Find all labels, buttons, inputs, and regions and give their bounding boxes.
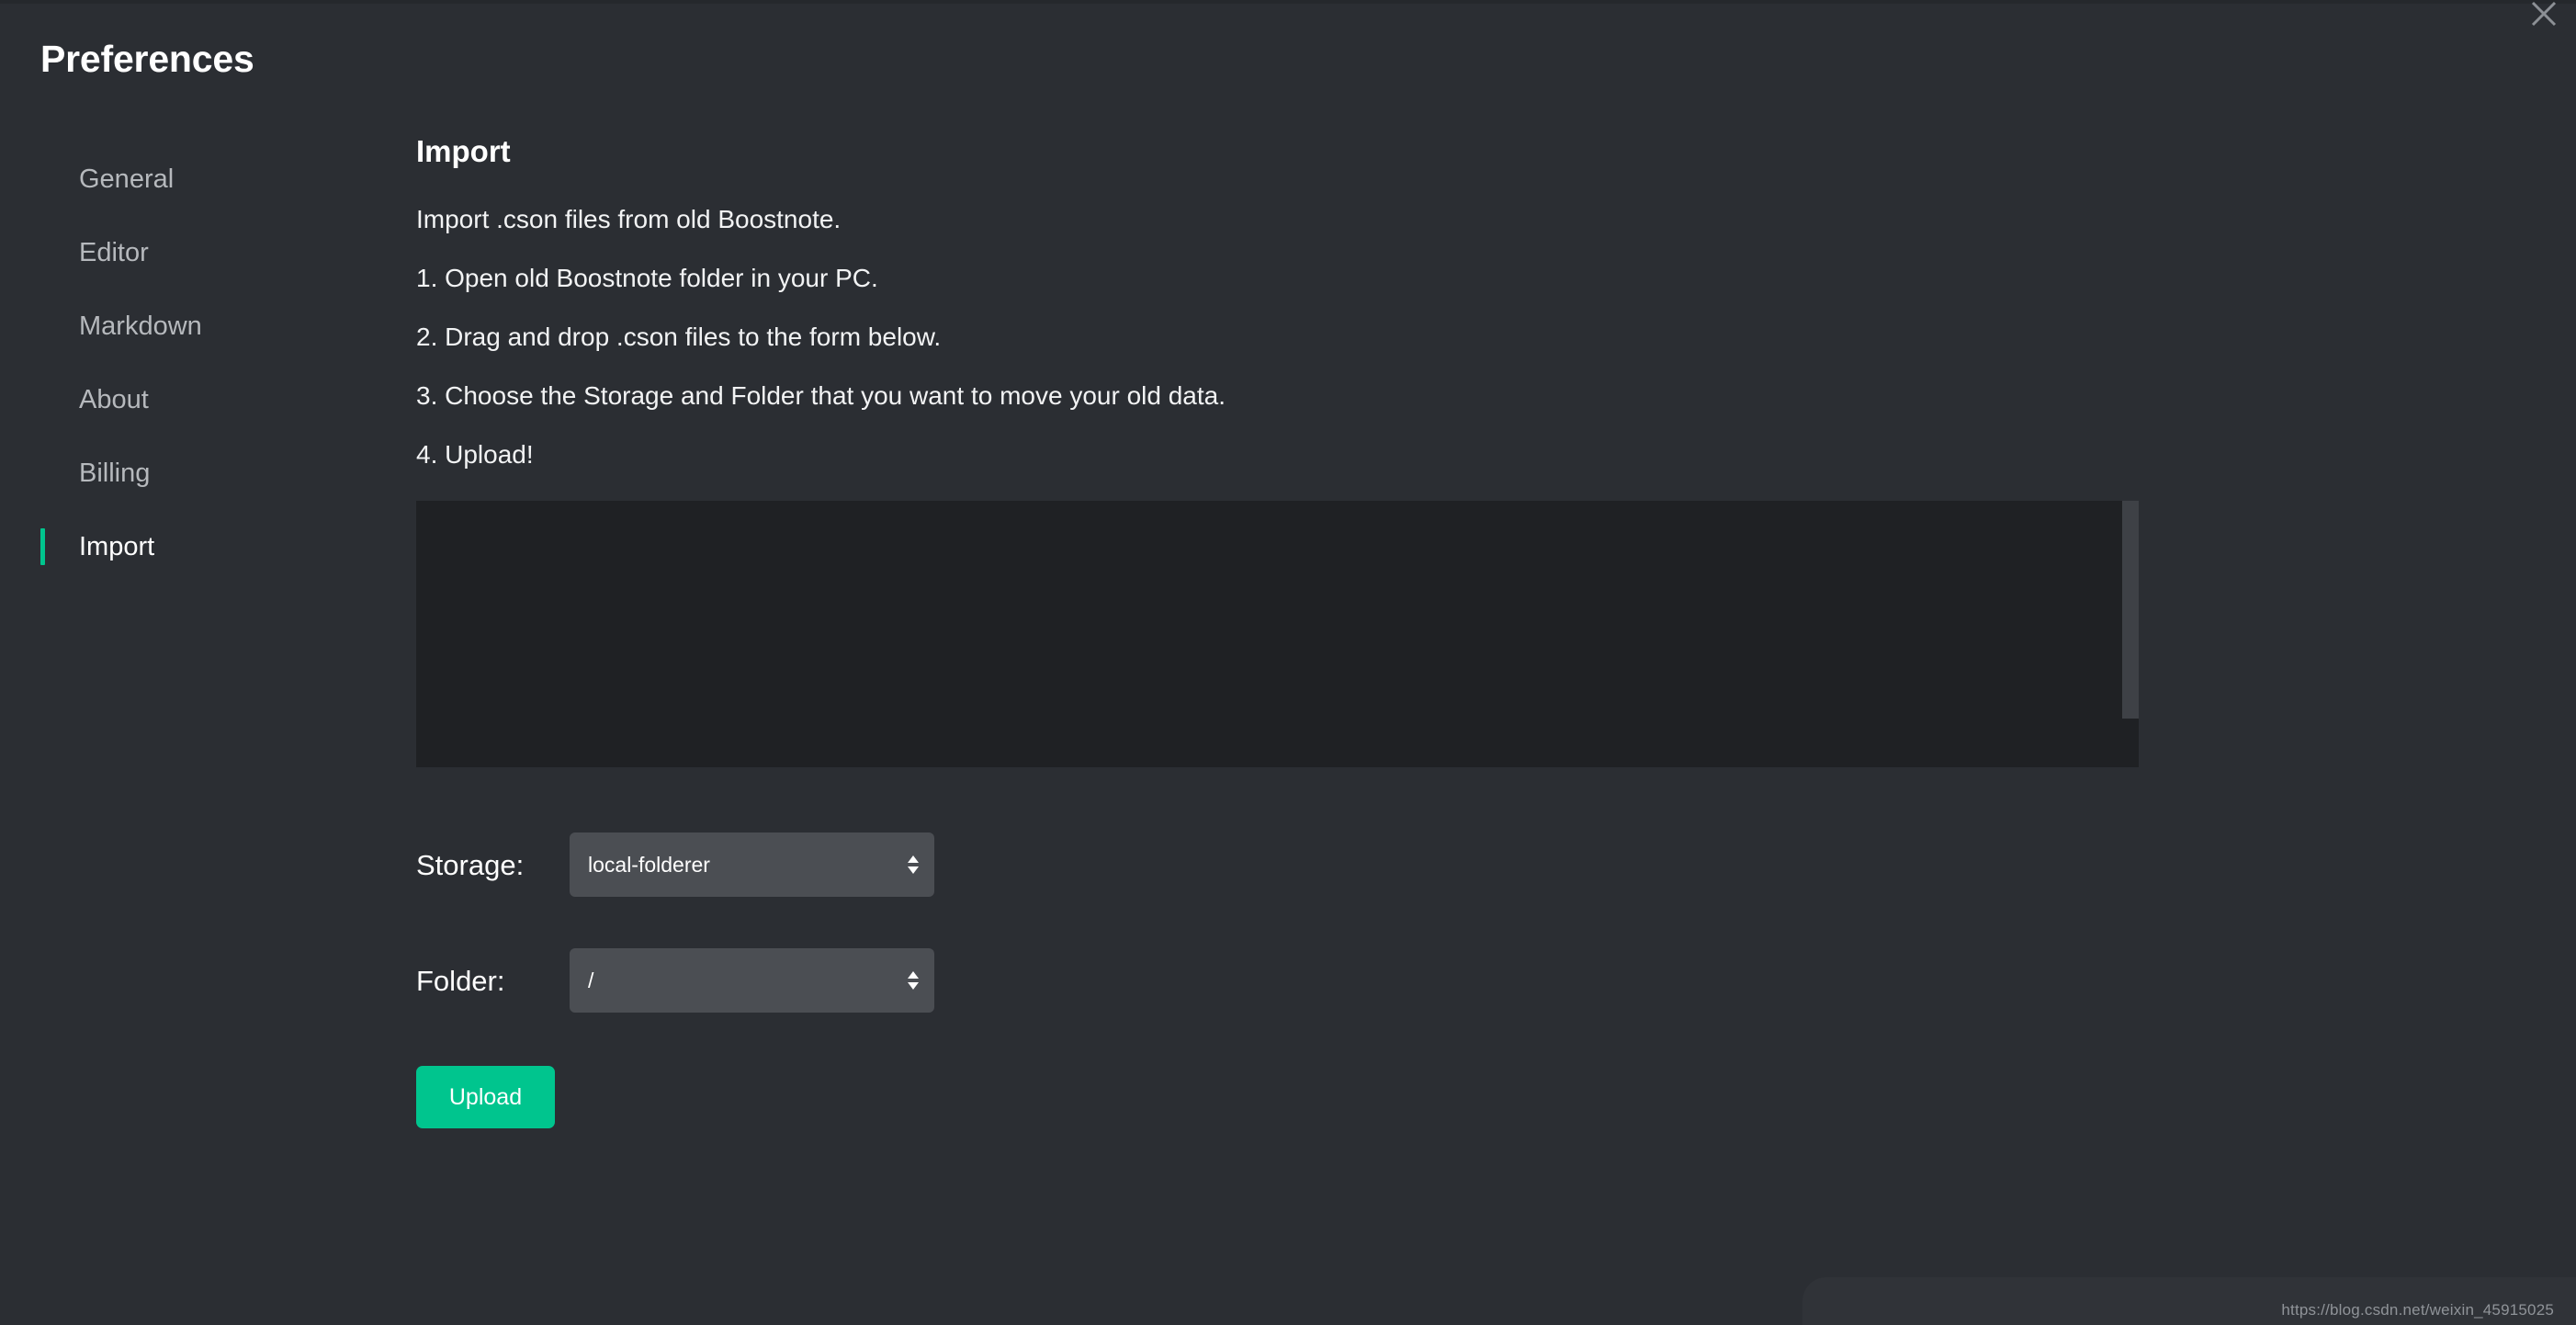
import-step-2: 2. Drag and drop .cson files to the form…	[416, 324, 2254, 350]
sidebar-item-billing[interactable]: Billing	[40, 436, 371, 510]
watermark: https://blog.csdn.net/weixin_45915025	[2281, 1302, 2554, 1318]
dropzone-scrollbar[interactable]	[2122, 501, 2139, 767]
sidebar-item-label: About	[79, 387, 149, 413]
import-step-3: 3. Choose the Storage and Folder that yo…	[416, 383, 2254, 409]
storage-select-value: local-folderer	[588, 855, 710, 876]
sidebar-item-label: Billing	[79, 460, 150, 487]
sidebar-item-label: Import	[79, 534, 154, 561]
dropzone-scrollbar-thumb[interactable]	[2122, 501, 2139, 719]
import-step-4: 4. Upload!	[416, 442, 2254, 468]
folder-label: Folder:	[416, 967, 570, 995]
sidebar-item-import[interactable]: Import	[40, 510, 371, 583]
sidebar-item-label: Editor	[79, 240, 149, 266]
sidebar-item-label: Markdown	[79, 313, 202, 340]
sidebar-item-label: General	[79, 166, 174, 193]
sidebar-item-markdown[interactable]: Markdown	[40, 289, 371, 363]
import-description: Import .cson files from old Boostnote.	[416, 207, 2254, 232]
preferences-sidebar: General Editor Markdown About Billing Im…	[40, 142, 371, 583]
cson-drop-area[interactable]	[416, 501, 2131, 767]
sidebar-item-general[interactable]: General	[40, 142, 371, 216]
storage-row: Storage: local-folderer	[416, 832, 2254, 897]
folder-select[interactable]: /	[570, 948, 934, 1013]
dropzone-container	[416, 501, 2148, 781]
folder-row: Folder: /	[416, 948, 2254, 1013]
sidebar-item-about[interactable]: About	[40, 363, 371, 436]
close-icon[interactable]	[2515, 0, 2572, 42]
storage-select[interactable]: local-folderer	[570, 832, 934, 897]
chevron-updown-icon	[908, 855, 919, 874]
active-indicator	[40, 528, 45, 565]
import-step-1: 1. Open old Boostnote folder in your PC.	[416, 266, 2254, 291]
page-title: Preferences	[40, 39, 254, 80]
storage-label: Storage:	[416, 851, 570, 879]
window-top-strip	[0, 0, 2576, 4]
chevron-updown-icon	[908, 971, 919, 990]
section-title: Import	[416, 136, 2254, 166]
folder-select-value: /	[588, 970, 593, 991]
upload-button[interactable]: Upload	[416, 1066, 555, 1128]
sidebar-item-editor[interactable]: Editor	[40, 216, 371, 289]
import-panel: Import Import .cson files from old Boost…	[416, 136, 2254, 1128]
